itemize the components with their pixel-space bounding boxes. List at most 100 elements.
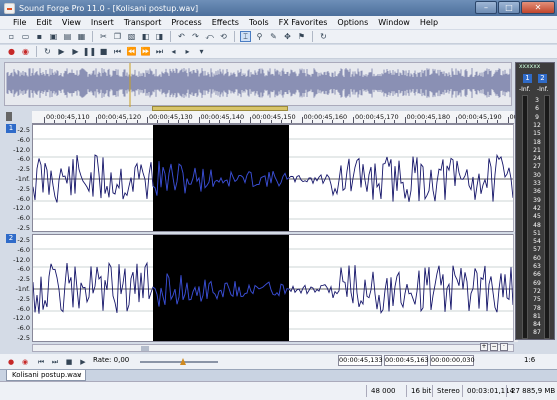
redo-icon[interactable]: ↷ [190,31,201,42]
envelope-tool-icon[interactable]: ⚑ [296,31,307,42]
new-icon[interactable]: ▫ [6,31,17,42]
menu-fx-favorites[interactable]: FX Favorites [274,18,333,27]
menu-process[interactable]: Process [166,18,206,27]
ruler-tick [363,120,365,123]
event-tool-icon[interactable]: ✥ [282,31,293,42]
vu-meter: xxxxxx 1 2 -Inf. -Inf. 3 6 9 12 15 18 21 24 27 30… [515,62,555,340]
horizontal-scrollbar[interactable] [32,344,514,352]
rewind-icon[interactable]: ⏪ [126,46,137,57]
copy-icon[interactable]: ❐ [112,31,123,42]
ruler-tick [188,120,190,123]
vu-scale-label: 69 [533,279,541,287]
document-tab[interactable]: Kolisani postup.wav × [6,370,86,381]
tab-close-icon[interactable]: × [76,370,82,380]
record-arm-icon[interactable]: ◉ [20,46,31,57]
save-icon[interactable]: ▪ [34,31,45,42]
stop-icon[interactable]: ■ [64,357,74,367]
channel-2-waveform[interactable] [32,234,514,342]
ruler-tick [147,117,148,123]
ruler-tick [507,117,509,123]
status-sample-rate: 48 000 Hz [366,385,406,400]
db-label: -12.0 [13,145,30,154]
print-icon[interactable]: ▤ [62,31,73,42]
menu-file[interactable]: File [8,18,31,27]
pause-icon[interactable]: ❚❚ [83,46,96,57]
db-label: -6.0 [17,135,30,144]
record-icon[interactable]: ● [6,46,17,57]
menu-effects[interactable]: Effects [207,18,244,27]
loop-icon[interactable]: ↻ [318,31,329,42]
mix-icon[interactable]: ◧ [140,31,151,42]
vu-channel-2-button[interactable]: 2 [538,74,547,83]
channel-1-waveform[interactable] [32,124,514,232]
selection-start-field[interactable]: 00:00:45,133 [338,355,383,366]
db-label: -6.0 [17,304,30,313]
ruler-tick [342,120,344,123]
selection-length-field[interactable]: 00:00:00,030 [430,355,475,366]
vu-channel-1-button[interactable]: 1 [523,74,532,83]
ruler-label: 00:00:45,130 [149,113,193,121]
zoom-out-button[interactable]: − [490,343,498,351]
scrollbar-thumb[interactable] [141,346,149,351]
trim-icon[interactable]: ◨ [154,31,165,42]
menu-view[interactable]: View [57,18,86,27]
zoom-in-button[interactable]: + [480,343,488,351]
rate-slider[interactable] [140,358,218,365]
go-to-end-icon[interactable]: ⏭ [50,357,60,367]
db-label: -12.0 [13,204,30,213]
properties-icon[interactable]: ▦ [76,31,87,42]
record-icon[interactable]: ● [6,357,16,367]
play-all-icon[interactable]: ▶ [56,46,67,57]
edit-tool-icon[interactable]: ⌶ [240,31,251,42]
stop-icon[interactable]: ■ [98,46,109,57]
overview-bar[interactable] [4,62,512,107]
vu-scale-label: 48 [533,221,541,229]
menu-insert[interactable]: Insert [86,18,119,27]
repeat-icon[interactable]: ⟲ [218,31,229,42]
channel-1-svg [33,125,513,231]
undo-all-icon[interactable]: ⤺ [204,31,215,42]
cut-icon[interactable]: ✂ [98,31,109,42]
db-label: -2.5 [17,275,30,284]
toolbar-separator [92,31,93,42]
play-icon[interactable]: ▶ [70,46,81,57]
ruler-tick [239,120,241,123]
vu-scale-label: 72 [533,287,541,295]
ruler-tick [44,117,45,123]
menu-transport[interactable]: Transport [119,18,167,27]
prev-marker-icon[interactable]: ◂ [168,46,179,57]
minimize-button[interactable]: – [475,1,497,14]
menu-options[interactable]: Options [332,18,373,27]
open-icon[interactable]: ▭ [20,31,31,42]
vu-scale-label: 75 [533,296,541,304]
vu-scale-label: 78 [533,304,541,312]
standard-toolbar: ▫ ▭ ▪ ▣ ▤ ▦ ✂ ❐ ▧ ◧ ◨ ↶ ↷ ⤺ ⟲ ⌶ ⚲ ✎ ✥ ⚑ … [0,30,557,44]
paste-icon[interactable]: ▧ [126,31,137,42]
magnify-tool-icon[interactable]: ⚲ [254,31,265,42]
undo-icon[interactable]: ↶ [176,31,187,42]
lock-icon[interactable] [6,112,12,121]
ruler-tick [332,120,334,123]
next-marker-icon[interactable]: ▸ [182,46,193,57]
go-to-start-icon[interactable]: ⏮ [36,357,46,367]
record-arm-icon[interactable]: ◉ [20,357,30,367]
menu-tools[interactable]: Tools [244,18,274,27]
app-icon[interactable] [4,2,15,14]
go-to-start-icon[interactable]: ⏮ [112,46,123,57]
close-button[interactable]: ✕ [521,1,555,14]
pencil-tool-icon[interactable]: ✎ [268,31,279,42]
menu-window[interactable]: Window [373,18,415,27]
loop-playback-icon[interactable]: ↻ [42,46,53,57]
menu-edit[interactable]: Edit [31,18,57,27]
zoom-fit-button[interactable]: · [500,343,508,351]
time-ruler[interactable]: 00:00:45,110 00:00:45,120 00:00:45,130 00:0… [32,111,553,124]
insert-marker-icon[interactable]: ▾ [196,46,207,57]
maximize-button[interactable]: □ [498,1,520,14]
menu-help[interactable]: Help [415,18,443,27]
forward-icon[interactable]: ⏩ [140,46,151,57]
save-all-icon[interactable]: ▣ [48,31,59,42]
go-to-end-icon[interactable]: ⏭ [154,46,165,57]
play-icon[interactable]: ▶ [78,357,88,367]
vu-scale-label: 42 [533,204,541,212]
selection-end-field[interactable]: 00:00:45,163 [384,355,429,366]
